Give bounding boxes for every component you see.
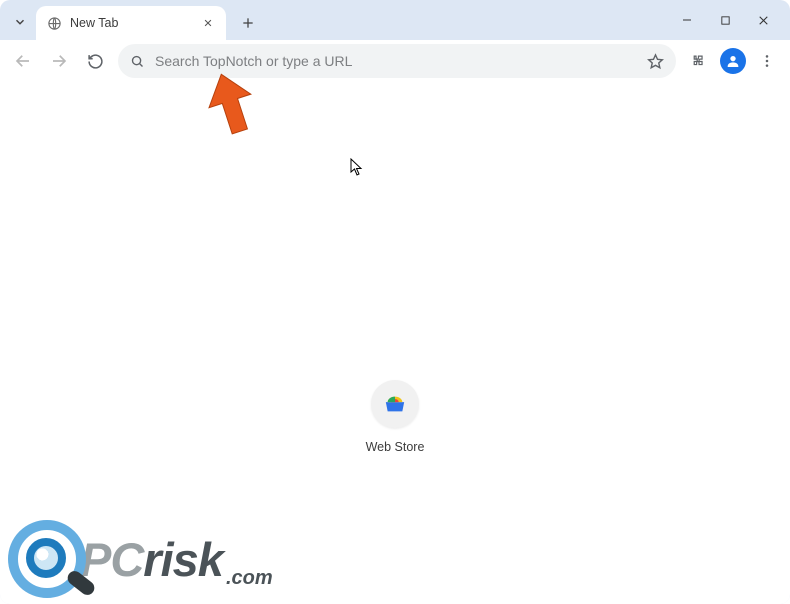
plus-icon bbox=[241, 16, 255, 30]
bookmark-button[interactable] bbox=[647, 53, 664, 70]
browser-tab[interactable]: New Tab bbox=[36, 6, 226, 40]
window-close-button[interactable] bbox=[746, 6, 780, 34]
extensions-button[interactable] bbox=[682, 44, 716, 78]
arrow-right-icon bbox=[50, 52, 68, 70]
address-bar[interactable]: Search TopNotch or type a URL bbox=[118, 44, 676, 78]
maximize-icon bbox=[720, 15, 731, 26]
profile-button[interactable] bbox=[720, 48, 746, 74]
person-icon bbox=[725, 53, 741, 69]
window-controls bbox=[670, 0, 790, 40]
globe-icon bbox=[46, 15, 62, 31]
tab-search-button[interactable] bbox=[6, 8, 34, 36]
shortcut-web-store[interactable]: Web Store bbox=[340, 380, 450, 454]
address-bar-placeholder: Search TopNotch or type a URL bbox=[155, 53, 637, 69]
star-icon bbox=[647, 53, 664, 70]
maximize-button[interactable] bbox=[708, 6, 742, 34]
shortcut-tile bbox=[371, 380, 419, 428]
browser-window: New Tab bbox=[0, 0, 790, 604]
forward-button[interactable] bbox=[42, 44, 76, 78]
minimize-icon bbox=[681, 14, 693, 26]
puzzle-icon bbox=[691, 53, 708, 70]
reload-icon bbox=[87, 53, 104, 70]
close-icon bbox=[203, 18, 213, 28]
close-icon bbox=[757, 14, 770, 27]
tab-title: New Tab bbox=[70, 16, 192, 30]
chevron-down-icon bbox=[13, 15, 27, 29]
tab-close-button[interactable] bbox=[200, 15, 216, 31]
toolbar: Search TopNotch or type a URL bbox=[0, 40, 790, 82]
new-tab-button[interactable] bbox=[234, 9, 262, 37]
dots-vertical-icon bbox=[759, 53, 775, 69]
search-icon bbox=[130, 54, 145, 69]
shortcut-label: Web Store bbox=[340, 440, 450, 454]
webstore-icon bbox=[384, 393, 406, 415]
page-content: Web Store bbox=[0, 82, 790, 604]
minimize-button[interactable] bbox=[670, 6, 704, 34]
arrow-left-icon bbox=[14, 52, 32, 70]
back-button[interactable] bbox=[6, 44, 40, 78]
menu-button[interactable] bbox=[750, 44, 784, 78]
tab-strip: New Tab bbox=[0, 0, 790, 40]
reload-button[interactable] bbox=[78, 44, 112, 78]
